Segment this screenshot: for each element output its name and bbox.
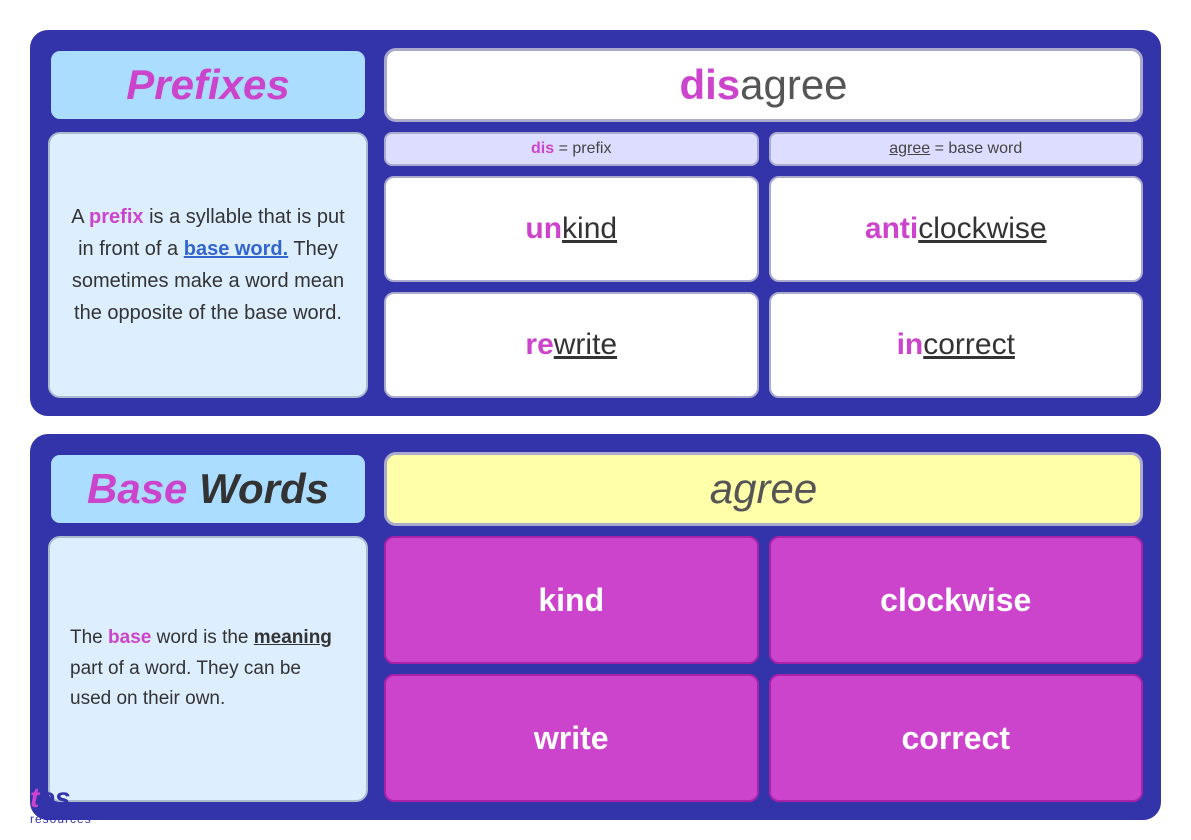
agree-base: agree — [740, 61, 847, 108]
dis-label-prefix: dis — [531, 140, 554, 157]
write-word-box: write — [384, 674, 759, 802]
basewords-title: Base Words — [87, 465, 329, 512]
kind-base: kind — [562, 212, 617, 246]
dis-label-box: dis = prefix — [384, 132, 759, 166]
dis-prefix: dis — [679, 61, 740, 108]
in-prefix: in — [897, 328, 924, 362]
unkind-box: unkind — [384, 176, 759, 282]
prefixes-title-box: Prefixes — [48, 48, 368, 122]
prefixes-description: A prefix is a syllable that is put in fr… — [70, 201, 346, 329]
main-container: Prefixes A prefix is a syllable that is … — [0, 0, 1191, 840]
basewords-panel: Base Words The base word is the meaning … — [48, 452, 368, 802]
re-prefix: re — [525, 328, 553, 362]
tes-es: es — [39, 782, 70, 813]
tes-resources-label: resources — [30, 812, 92, 826]
agree-label-base: agree — [889, 140, 930, 157]
tes-logo-text: tes — [30, 784, 70, 812]
kind-word-box: kind — [384, 536, 759, 664]
agree-label-equals: = base word — [930, 140, 1022, 157]
correct-base: correct — [923, 328, 1015, 362]
words-grid: unkind anticlockwise rewrite incorrect — [384, 176, 1143, 398]
top-section: Prefixes A prefix is a syllable that is … — [30, 30, 1161, 416]
agree-title-box: agree — [384, 452, 1143, 526]
base-highlight: Base — [87, 465, 187, 512]
incorrect-box: incorrect — [769, 292, 1144, 398]
agree-label-box: agree = base word — [769, 132, 1144, 166]
basewords-description-box: The base word is the meaning part of a w… — [48, 536, 368, 802]
dis-label-equals: = prefix — [554, 140, 611, 157]
base-words-grid: kind clockwise write correct — [384, 536, 1143, 802]
rewrite-box: rewrite — [384, 292, 759, 398]
prefixes-description-box: A prefix is a syllable that is put in fr… — [48, 132, 368, 398]
clockwise-base: clockwise — [918, 212, 1046, 246]
agree-word: agree — [710, 465, 817, 512]
meaning-highlight: meaning — [254, 627, 332, 648]
write-word: write — [534, 720, 609, 757]
anti-prefix: anti — [865, 212, 918, 246]
tes-t: t — [30, 782, 39, 813]
correct-word: correct — [902, 720, 1011, 757]
right-panel-bottom: agree kind clockwise write correct — [384, 452, 1143, 802]
base-word-highlight: base word. — [184, 238, 288, 260]
disagree-word: disagree — [679, 61, 847, 108]
prefixes-title: Prefixes — [126, 61, 289, 108]
clockwise-word-box: clockwise — [769, 536, 1144, 664]
prefix-highlight: prefix — [89, 206, 143, 228]
prefixes-panel: Prefixes A prefix is a syllable that is … — [48, 48, 368, 398]
disagree-title-box: disagree — [384, 48, 1143, 122]
un-prefix: un — [525, 212, 562, 246]
anticlockwise-box: anticlockwise — [769, 176, 1144, 282]
base-desc-highlight: base — [108, 627, 151, 648]
bottom-section: Base Words The base word is the meaning … — [30, 434, 1161, 820]
tes-logo: tes resources — [30, 784, 92, 826]
basewords-title-box: Base Words — [48, 452, 368, 526]
clockwise-word: clockwise — [880, 582, 1031, 619]
correct-word-box: correct — [769, 674, 1144, 802]
write-base: write — [554, 328, 617, 362]
prefix-labels: dis = prefix agree = base word — [384, 132, 1143, 166]
basewords-description: The base word is the meaning part of a w… — [70, 623, 346, 714]
kind-word: kind — [538, 582, 604, 619]
right-panel-top: disagree dis = prefix agree = base word … — [384, 48, 1143, 398]
